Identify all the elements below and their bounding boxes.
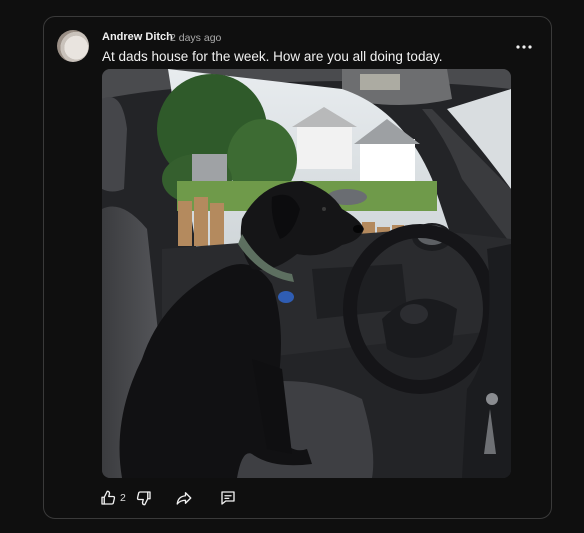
author-name[interactable]: Andrew Ditch	[102, 31, 173, 43]
like-button[interactable]: 2	[99, 489, 129, 507]
dog-in-car-photo	[102, 69, 511, 478]
thumbs-down-icon	[136, 491, 151, 506]
comment-button[interactable]	[219, 489, 237, 507]
more-dots-icon	[516, 45, 532, 49]
dislike-button[interactable]	[135, 489, 153, 507]
share-arrow-icon	[176, 492, 192, 505]
post-timestamp[interactable]: 2 days ago	[170, 32, 221, 44]
community-post-card: Andrew Ditch 2 days ago At dads house fo…	[43, 16, 552, 519]
post-image[interactable]	[102, 69, 511, 478]
like-count: 2	[120, 492, 126, 504]
comment-icon	[221, 491, 235, 505]
share-button[interactable]	[175, 489, 193, 507]
author-avatar[interactable]	[57, 30, 89, 62]
post-text: At dads house for the week. How are you …	[102, 49, 443, 64]
thumbs-up-icon	[101, 490, 116, 505]
post-actions-bar: 2	[99, 486, 237, 510]
more-options-button[interactable]	[509, 37, 539, 57]
